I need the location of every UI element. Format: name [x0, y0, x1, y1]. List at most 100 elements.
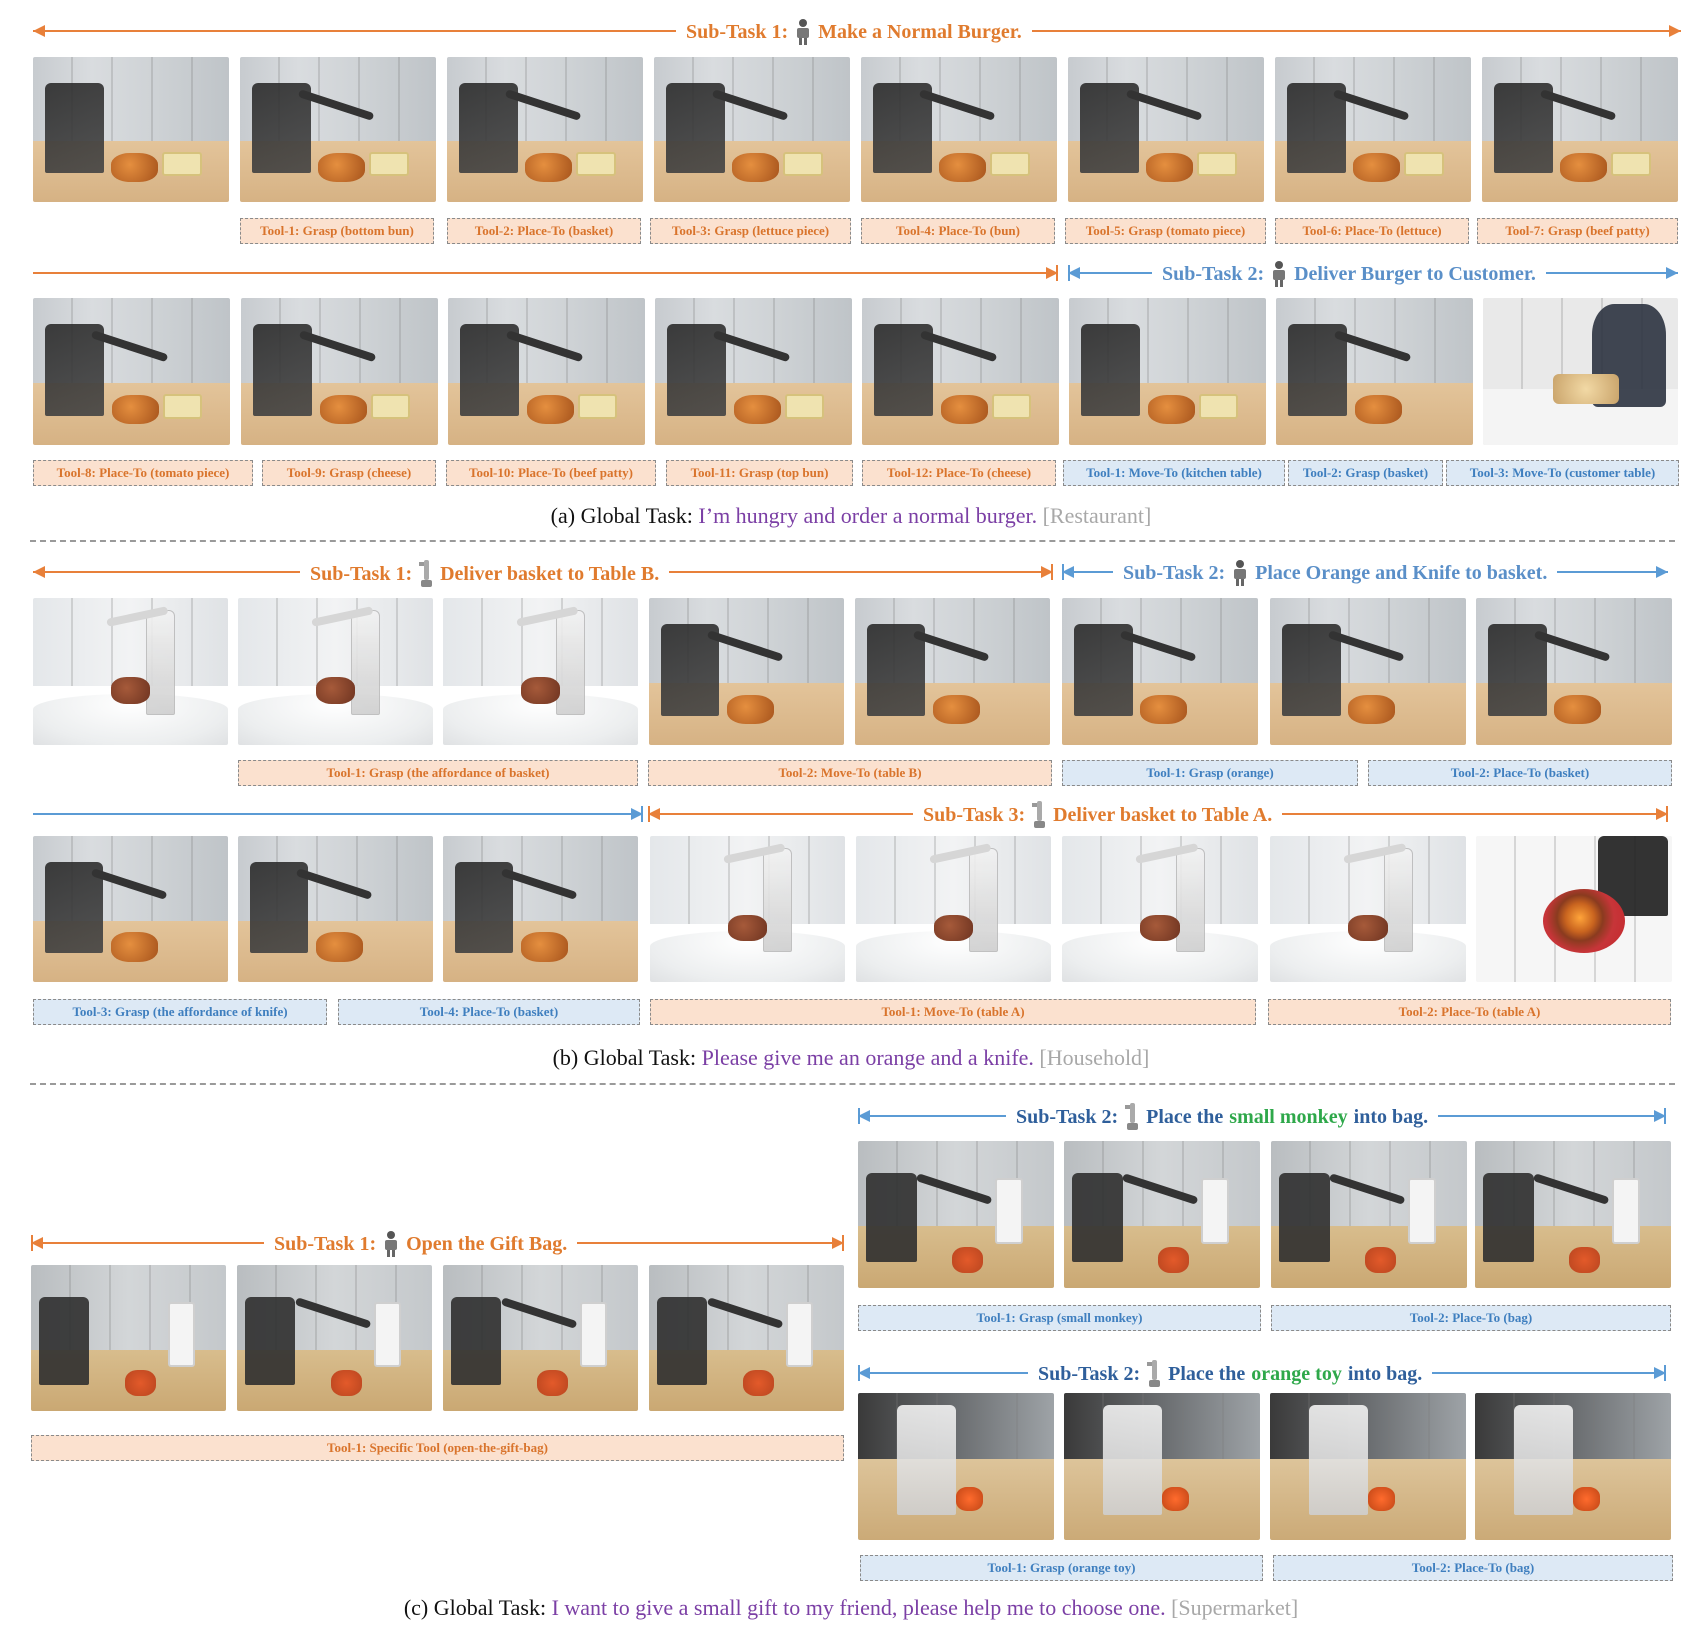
frame-image — [1482, 57, 1678, 202]
frame-image — [1064, 1141, 1260, 1288]
subtask-prefix: Sub-Task 1: — [274, 1233, 377, 1255]
tool-label: Tool-10: Place-To (beef patty) — [446, 460, 656, 486]
subtask-label: Sub-Task 1: Make a Normal Burger. — [676, 19, 1032, 45]
frame-image — [650, 836, 845, 982]
subtask-highlight: small monkey — [1229, 1106, 1348, 1128]
frame-image — [1475, 1393, 1671, 1540]
tool-label: Tool-1: Move-To (table A) — [650, 999, 1256, 1025]
tool-label: Tool-2: Place-To (basket) — [447, 218, 641, 244]
subtask-text: Deliver Burger to Customer. — [1294, 263, 1536, 285]
subtask-label: Sub-Task 2: Place the orange toy into ba… — [1028, 1360, 1433, 1388]
tool-label: Tool-4: Place-To (bun) — [861, 218, 1055, 244]
subtask-prefix: Sub-Task 2: — [1123, 562, 1226, 584]
subtask-highlight: orange toy — [1251, 1363, 1342, 1385]
robot-arm-icon — [418, 560, 434, 588]
frame-image — [1069, 298, 1266, 445]
section-divider — [30, 540, 1675, 542]
tool-label: Tool-4: Place-To (basket) — [338, 999, 640, 1025]
caption-lead: (b) Global Task: — [552, 1045, 702, 1070]
tool-label: Tool-2: Grasp (basket) — [1288, 460, 1443, 486]
tool-label: Tool-1: Move-To (kitchen table) — [1063, 460, 1285, 486]
tool-label: Tool-5: Grasp (tomato piece) — [1065, 218, 1266, 244]
caption-scene: [Restaurant] — [1042, 503, 1152, 528]
caption-query: I want to give a small gift to my friend… — [551, 1595, 1166, 1620]
frame-image — [443, 836, 638, 982]
frame-image — [1062, 836, 1258, 982]
frame-image — [649, 598, 844, 745]
global-task-caption: (c) Global Task: I want to give a small … — [0, 1595, 1702, 1621]
tool-label: Tool-2: Move-To (table B) — [648, 760, 1052, 786]
frame-image — [1270, 598, 1466, 745]
frame-image — [238, 598, 433, 745]
frame-image — [1270, 836, 1466, 982]
frame-image — [858, 1141, 1054, 1288]
frame-image — [443, 1265, 638, 1411]
frame-image — [1271, 1141, 1467, 1288]
frame-image — [33, 598, 228, 745]
frame-image — [1483, 298, 1678, 445]
frame-image — [858, 1393, 1054, 1540]
tool-label: Tool-3: Grasp (the affordance of knife) — [33, 999, 327, 1025]
subtask-label: Sub-Task 1: Open the Gift Bag. — [264, 1231, 578, 1257]
frame-image — [856, 836, 1051, 982]
subtask-span-arrow — [33, 265, 1058, 281]
tool-label: Tool-1: Grasp (orange toy) — [860, 1555, 1263, 1581]
frame-image — [443, 598, 638, 745]
tool-label: Tool-2: Place-To (bag) — [1271, 1305, 1671, 1331]
tool-label: Tool-2: Place-To (bag) — [1273, 1555, 1673, 1581]
subtask-label: Sub-Task 1: Deliver basket to Table B. — [300, 560, 670, 588]
frame-image — [862, 298, 1059, 445]
tool-label: Tool-6: Place-To (lettuce) — [1275, 218, 1469, 244]
tool-label: Tool-12: Place-To (cheese) — [862, 460, 1056, 486]
subtask-text-pre: Place the — [1146, 1106, 1224, 1128]
tool-label: Tool-3: Move-To (customer table) — [1446, 460, 1679, 486]
subtask-label: Sub-Task 2: Place Orange and Knife to ba… — [1113, 560, 1558, 586]
tool-label: Tool-3: Grasp (lettuce piece) — [650, 218, 851, 244]
frame-image — [237, 1265, 432, 1411]
frame-image — [1475, 1141, 1671, 1288]
tool-label: Tool-1: Grasp (the affordance of basket) — [238, 760, 638, 786]
subtask-prefix: Sub-Task 2: — [1162, 263, 1265, 285]
frame-image — [1476, 598, 1672, 745]
subtask-prefix: Sub-Task 2: — [1016, 1106, 1119, 1128]
frame-image — [1064, 1393, 1260, 1540]
frame-image — [33, 836, 228, 982]
frame-image — [855, 598, 1050, 745]
frame-image — [1276, 298, 1473, 445]
subtask-span-arrow — [33, 806, 643, 822]
frame-image — [655, 298, 852, 445]
frame-image — [1275, 57, 1471, 202]
subtask-text: Open the Gift Bag. — [406, 1233, 568, 1255]
subtask-prefix: Sub-Task 2: — [1038, 1363, 1141, 1385]
subtask-prefix: Sub-Task 1: — [310, 563, 413, 585]
tool-label: Tool-9: Grasp (cheese) — [262, 460, 436, 486]
subtask-prefix: Sub-Task 1: — [686, 21, 789, 43]
subtask-prefix: Sub-Task 3: — [923, 804, 1026, 826]
frame-image — [1068, 57, 1264, 202]
subtask-text: Deliver basket to Table B. — [440, 563, 660, 585]
humanoid-robot-icon — [1231, 560, 1249, 586]
tool-label: Tool-1: Specific Tool (open-the-gift-bag… — [31, 1435, 844, 1461]
caption-lead: (a) Global Task: — [550, 503, 699, 528]
humanoid-robot-icon — [794, 19, 812, 45]
frame-image — [241, 298, 438, 445]
frame-image — [448, 298, 645, 445]
caption-lead: (c) Global Task: — [403, 1595, 552, 1620]
tool-label: Tool-11: Grasp (top bun) — [666, 460, 853, 486]
subtask-label: Sub-Task 3: Deliver basket to Table A. — [913, 801, 1283, 829]
frame-image — [33, 57, 229, 202]
tool-label: Tool-8: Place-To (tomato piece) — [33, 460, 253, 486]
frame-image — [33, 298, 230, 445]
frame-image — [649, 1265, 844, 1411]
tool-label: Tool-1: Grasp (orange) — [1062, 760, 1358, 786]
frame-image — [1062, 598, 1258, 745]
tool-label: Tool-2: Place-To (table A) — [1268, 999, 1671, 1025]
frame-image — [238, 836, 433, 982]
subtask-label: Sub-Task 2: Deliver Burger to Customer. — [1152, 261, 1546, 287]
subtask-text-post: into bag. — [1347, 1363, 1423, 1385]
subtask-text-post: into bag. — [1353, 1106, 1429, 1128]
caption-query: I’m hungry and order a normal burger. — [698, 503, 1038, 528]
robot-arm-icon — [1031, 801, 1047, 829]
global-task-caption: (b) Global Task: Please give me an orang… — [0, 1045, 1702, 1071]
robot-arm-icon — [1124, 1103, 1140, 1131]
